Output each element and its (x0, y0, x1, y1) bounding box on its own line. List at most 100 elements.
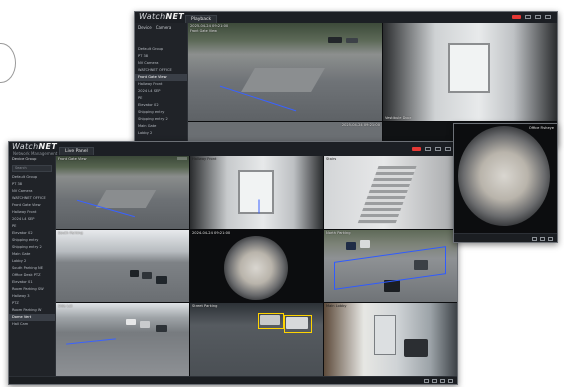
fisheye-popout-window: Office Fisheye (453, 123, 558, 243)
live-sidebar: Device Group Search Default Group PT 38 … (9, 156, 56, 384)
tree-item[interactable]: 2024 L4 SEP (9, 216, 55, 223)
tree-item[interactable]: 2024 L4 SEP (135, 88, 187, 95)
tree-item[interactable]: Elevator 02 (9, 230, 55, 237)
tree-item-selected[interactable]: Front Gate View (135, 74, 187, 81)
parking-stripes (241, 68, 325, 92)
tree-item[interactable]: Hall Cam (9, 321, 55, 328)
tree-item[interactable]: WATCHNET OFFICE (135, 67, 187, 74)
camera-tile-south-parking[interactable]: South Parking (56, 230, 189, 302)
tab-live-panel[interactable]: Live Panel (59, 147, 94, 155)
restore-icon[interactable] (445, 147, 451, 151)
camera-timestamp: 2024-04-24 09:21:00 (192, 231, 231, 235)
layout-buttons (424, 379, 453, 383)
close-icon[interactable] (412, 147, 421, 151)
staircase (357, 166, 417, 224)
camera-timestamp: 2025-04-24 09:21:00 (341, 123, 380, 127)
watchnet-logo: WatchNET (139, 12, 185, 21)
tree-item[interactable]: Office Desk PTZ (9, 272, 55, 279)
lobby-door (374, 315, 396, 355)
parking-stripes (95, 190, 157, 208)
tab-playback[interactable]: Playback (185, 15, 218, 23)
tree-item[interactable]: Shipping entry 2 (9, 244, 55, 251)
camera-tile-stairs[interactable]: Stairs (324, 156, 457, 229)
tab-device[interactable]: Device (138, 25, 152, 30)
camera-tile-side-lot[interactable]: Side Lot (56, 303, 189, 377)
camera-name: Side Lot (58, 304, 73, 308)
parked-car (126, 319, 136, 325)
dewarp-icon[interactable] (532, 237, 537, 241)
live-bottom-toolbar (9, 376, 457, 384)
parked-car (346, 38, 358, 43)
maximize-icon[interactable] (435, 147, 441, 151)
camera-name: Stairs (326, 157, 337, 161)
close-icon[interactable] (512, 15, 521, 19)
camera-tile-front-gate[interactable]: Front Gate View (56, 156, 189, 229)
camera-tile-street-parking[interactable]: Street Parking (190, 303, 323, 377)
tree-item[interactable]: Shipping entry (135, 109, 187, 116)
camera-name: North Parking (326, 231, 351, 235)
tree-item[interactable]: Front Gate View (9, 202, 55, 209)
layout-2x2-icon[interactable] (432, 379, 437, 383)
fisheye-view (224, 236, 288, 300)
camera-tile-front-gate[interactable]: 2025-04-24 09:21:00 Front Gate View (188, 23, 382, 121)
maximize-icon[interactable] (535, 15, 541, 19)
tree-item[interactable]: Main Gate (135, 123, 187, 130)
minimize-icon[interactable] (525, 15, 531, 19)
tree-item[interactable]: Lobby 2 (9, 258, 55, 265)
tree-item[interactable]: Hallway Front (9, 209, 55, 216)
tree-item[interactable]: PE (135, 95, 187, 102)
tree-item[interactable]: Room Parking W (9, 307, 55, 314)
camera-tile-north-parking[interactable]: North Parking (324, 230, 457, 302)
layout-1x1-icon[interactable] (424, 379, 429, 383)
fullscreen-icon[interactable] (448, 379, 453, 383)
device-search-input[interactable]: Search (12, 165, 52, 172)
tree-item[interactable]: Elevator 02 (135, 102, 187, 109)
tree-item[interactable]: Lobby 2 (135, 130, 187, 137)
watchnet-logo: WatchNET (12, 142, 58, 151)
tree-item[interactable]: Elevator 01 (9, 279, 55, 286)
tree-item[interactable]: PT 38 (135, 53, 187, 60)
tree-item[interactable]: Hallway 3 (9, 293, 55, 300)
snapshot-icon[interactable] (548, 237, 553, 241)
tree-item[interactable]: PT 38 (9, 181, 55, 188)
decorative-arc (0, 43, 16, 83)
minimize-icon[interactable] (425, 147, 431, 151)
tree-item[interactable]: Shipping entry (9, 237, 55, 244)
live-title-bar: WatchNET Network Management Live Panel (9, 142, 457, 157)
tree-item[interactable]: Main Gate (9, 251, 55, 258)
camera-name: Main Lobby (326, 304, 347, 308)
camera-name: Hallway Front (192, 157, 217, 161)
tree-item[interactable]: Default Group (9, 174, 55, 181)
tree-item[interactable]: PTZ (9, 300, 55, 307)
ptz-icon[interactable] (540, 237, 545, 241)
camera-tile-office-fisheye[interactable]: 2024-04-24 09:21:00 (190, 230, 323, 302)
analytic-path (66, 338, 116, 345)
live-video-grid: Front Gate View Hallway Front Stairs Sou… (56, 156, 457, 377)
camera-tile-hallway[interactable]: Hallway Front (190, 156, 323, 229)
sidebar-label: Device Group (12, 157, 37, 161)
camera-name: Front Gate View (190, 29, 217, 33)
parked-car (156, 276, 167, 284)
parked-car (360, 240, 370, 248)
camera-tile-vestibule[interactable]: Vestibule Door (383, 23, 557, 121)
tree-item[interactable]: NV Camera (135, 60, 187, 67)
tree-item[interactable]: Hallway Front (135, 81, 187, 88)
tile-toolbar[interactable] (177, 157, 187, 160)
tab-camera[interactable]: Camera (156, 25, 172, 30)
glass-door (448, 43, 490, 93)
tree-item[interactable]: South Parking NE (9, 265, 55, 272)
tree-item[interactable]: PE (9, 223, 55, 230)
tree-item[interactable]: Default Group (135, 46, 187, 53)
tree-item[interactable]: Room Parking SW (9, 286, 55, 293)
tree-item[interactable]: WATCHNET OFFICE (9, 195, 55, 202)
camera-tile-main-lobby[interactable]: Main Lobby (324, 303, 457, 377)
tree-item[interactable]: NV Camera (9, 188, 55, 195)
glass-door (238, 170, 274, 214)
tree-item[interactable]: Shipping entry 2 (135, 116, 187, 123)
camera-name: South Parking (58, 231, 83, 235)
parked-car (346, 242, 356, 250)
restore-icon[interactable] (545, 15, 551, 19)
tree-item-selected[interactable]: Dome Vert (9, 314, 55, 321)
layout-3x3-icon[interactable] (440, 379, 445, 383)
analytic-line (258, 199, 260, 214)
